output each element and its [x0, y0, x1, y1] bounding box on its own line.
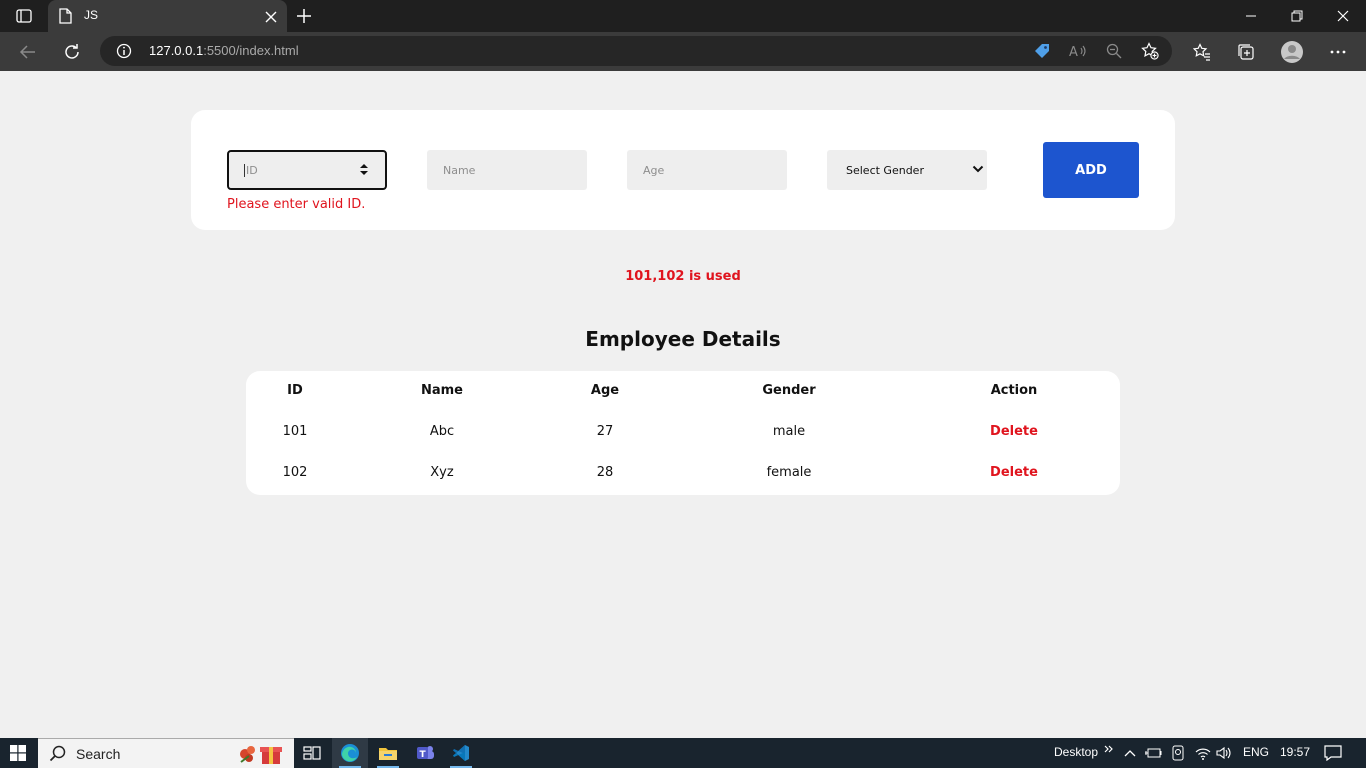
browser-titlebar: JS — [0, 0, 1366, 32]
new-tab-icon[interactable] — [294, 6, 314, 26]
row-id: 101 — [282, 424, 308, 439]
row-id: 102 — [282, 465, 308, 480]
delete-button[interactable]: Delete — [934, 424, 1094, 439]
add-favorite-icon[interactable] — [1140, 41, 1160, 61]
id-placeholder: ID — [246, 163, 258, 177]
volume-icon[interactable] — [1215, 744, 1233, 762]
chevron-down-icon — [972, 164, 984, 177]
clock[interactable]: 19:57 — [1280, 745, 1310, 759]
collections-icon[interactable] — [1234, 40, 1258, 64]
row-gender: female — [766, 465, 812, 480]
windows-taskbar: Search T Desktop ENG 19:57 — [0, 738, 1366, 768]
gender-selected-value: Select Gender — [846, 163, 924, 177]
svg-text:T: T — [420, 750, 427, 760]
chevron-double-right-icon[interactable] — [1100, 740, 1118, 758]
search-highlight-gift-icon — [238, 742, 286, 768]
gender-select[interactable]: Select Gender — [827, 150, 987, 190]
taskbar-search-box[interactable]: Search — [38, 738, 294, 768]
profile-avatar-icon[interactable] — [1280, 40, 1304, 64]
tab-actions-icon[interactable] — [10, 7, 38, 25]
back-arrow-icon[interactable] — [16, 40, 40, 64]
row-name: Xyz — [430, 465, 454, 480]
row-name: Abc — [429, 424, 455, 439]
svg-text:A: A — [1069, 45, 1078, 59]
meet-now-icon[interactable] — [1169, 744, 1187, 762]
browser-tab[interactable]: JS — [48, 0, 287, 32]
wifi-icon[interactable] — [1194, 744, 1212, 762]
employee-details-title: Employee Details — [585, 327, 781, 351]
tab-title: JS — [84, 8, 99, 22]
employee-form: ID Name Age Select Gender ADD Please ent… — [191, 110, 1175, 230]
shopping-tag-icon[interactable] — [1032, 41, 1052, 61]
restore-icon[interactable] — [1274, 0, 1320, 32]
header-action: Action — [990, 383, 1038, 398]
read-aloud-icon[interactable]: A — [1068, 41, 1088, 61]
add-button[interactable]: ADD — [1043, 142, 1139, 198]
vscode-icon[interactable] — [443, 738, 479, 768]
favorites-icon[interactable] — [1190, 40, 1214, 64]
age-placeholder: Age — [643, 163, 665, 177]
header-id: ID — [287, 383, 303, 398]
id-error-message: Please enter valid ID. — [227, 197, 366, 212]
age-input[interactable]: Age — [627, 150, 787, 190]
refresh-icon[interactable] — [60, 40, 84, 64]
notifications-icon[interactable] — [1324, 744, 1342, 762]
text-cursor — [244, 163, 245, 177]
row-gender: male — [772, 424, 806, 439]
task-view-icon[interactable] — [294, 738, 330, 768]
windows-start-icon[interactable] — [10, 745, 26, 765]
more-options-icon[interactable] — [1326, 40, 1350, 64]
used-ids-message: 101,102 is used — [625, 269, 741, 284]
header-gender: Gender — [762, 383, 816, 398]
zoom-out-icon[interactable] — [1104, 41, 1124, 61]
search-label: Search — [76, 746, 121, 762]
show-hidden-icons-icon[interactable] — [1121, 744, 1139, 762]
name-input[interactable]: Name — [427, 150, 587, 190]
id-input[interactable]: ID — [227, 150, 387, 190]
url-text: 127.0.0.1:5500/index.html — [149, 43, 299, 58]
search-icon — [49, 745, 67, 767]
row-age: 27 — [596, 424, 614, 439]
battery-plug-icon[interactable] — [1144, 744, 1162, 762]
header-age: Age — [590, 383, 620, 398]
employee-table: ID Name Age Gender Action 101 Abc 27 mal… — [246, 371, 1120, 495]
delete-button[interactable]: Delete — [934, 465, 1094, 480]
minimize-icon[interactable] — [1228, 0, 1274, 32]
edge-browser-icon[interactable] — [332, 738, 368, 768]
site-info-icon[interactable] — [116, 43, 132, 63]
close-tab-icon[interactable] — [264, 9, 278, 23]
browser-toolbar: 127.0.0.1:5500/index.html A — [0, 32, 1366, 71]
page-icon — [59, 8, 72, 28]
name-placeholder: Name — [443, 163, 476, 177]
teams-icon[interactable]: T — [407, 738, 443, 768]
language-indicator[interactable]: ENG — [1243, 745, 1269, 759]
number-stepper-icon[interactable] — [360, 163, 368, 179]
desktop-toolbar-label[interactable]: Desktop — [1054, 745, 1098, 759]
close-window-icon[interactable] — [1320, 0, 1366, 32]
file-explorer-icon[interactable] — [370, 738, 406, 768]
address-bar[interactable]: 127.0.0.1:5500/index.html A — [100, 36, 1172, 66]
header-name: Name — [420, 383, 463, 398]
row-age: 28 — [596, 465, 614, 480]
